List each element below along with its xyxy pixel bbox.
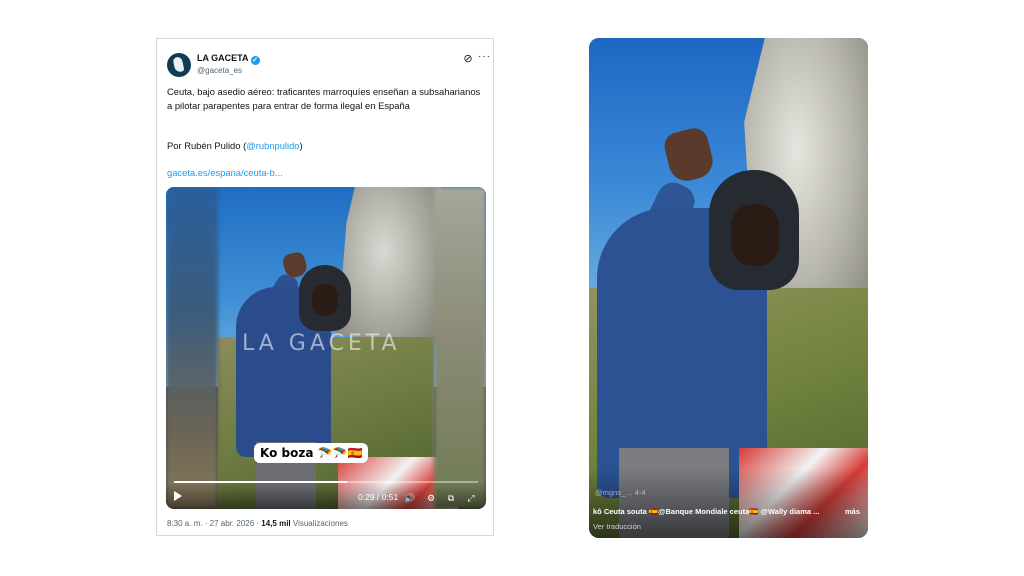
- grok-icon[interactable]: ⊘: [462, 53, 474, 65]
- author-label[interactable]: LA GACETA: [197, 53, 249, 63]
- author-handle[interactable]: @gaceta_es: [197, 66, 242, 75]
- tweet-card: LA GACETA ✓ @gaceta_es ⊘ ··· Ceuta, bajo …: [156, 38, 494, 536]
- phone-video-face: [731, 204, 779, 266]
- byline-prefix: Por Rubén Pulido (: [167, 140, 247, 151]
- video-progress-fill: [174, 481, 348, 483]
- more-options-icon[interactable]: ···: [478, 51, 491, 62]
- volume-icon[interactable]: 🔊: [404, 492, 416, 504]
- video-face: [312, 284, 338, 316]
- views-count: 14,5 mil: [261, 519, 291, 528]
- video-blur-right: [434, 187, 486, 509]
- translate-link[interactable]: Ver traducción: [593, 522, 641, 531]
- tweet-footer: 8:30 a. m. · 27 abr. 2026 · 14,5 mil Vis…: [167, 519, 348, 528]
- tweet-timestamp[interactable]: 8:30 a. m. · 27 abr. 2026 ·: [167, 519, 259, 528]
- more-link[interactable]: más: [845, 507, 860, 516]
- video-blur-left: [166, 187, 218, 509]
- fullscreen-icon[interactable]: ⤢: [465, 492, 477, 504]
- byline-suffix: ): [299, 140, 303, 151]
- phone-video-username[interactable]: @mgns_… 4-4: [595, 488, 646, 497]
- phone-video[interactable]: @mgns_… 4-4 kô Ceuta souta 🇪🇸@Banque Mon…: [589, 38, 868, 538]
- author-name[interactable]: LA GACETA ✓: [197, 53, 260, 65]
- views-label: Visualizaciones: [292, 519, 348, 528]
- phone-video-caption: kô Ceuta souta 🇪🇸@Banque Mondiale ceuta🇪…: [593, 507, 820, 516]
- picture-in-picture-icon[interactable]: ⧉: [445, 492, 457, 504]
- video-rock: [336, 187, 441, 347]
- author-mention-link[interactable]: @rubnpulido: [246, 140, 299, 151]
- verified-badge-icon: ✓: [250, 56, 260, 65]
- article-link[interactable]: gaceta.es/espana/ceuta-b...: [167, 167, 283, 178]
- video-caption: Ko boza 🪂🪂🇪🇸: [254, 443, 369, 463]
- video-timecode: 0:29 / 0:51: [358, 492, 399, 502]
- video-progress-bar[interactable]: [174, 481, 478, 483]
- play-icon[interactable]: [174, 491, 182, 501]
- tweet-video[interactable]: LA GACETA Ko boza 🪂🪂🇪🇸 0:29 / 0:51 🔊 ⚙ ⧉…: [166, 187, 486, 509]
- byline: Por Rubén Pulido (@rubnpulido): [167, 140, 303, 151]
- video-controls: [166, 483, 486, 509]
- video-watermark: LA GACETA: [242, 331, 401, 356]
- tweet-text: Ceuta, bajo asedio aéreo: traficantes ma…: [167, 86, 481, 111]
- avatar[interactable]: [167, 53, 191, 77]
- settings-gear-icon[interactable]: ⚙: [425, 492, 437, 504]
